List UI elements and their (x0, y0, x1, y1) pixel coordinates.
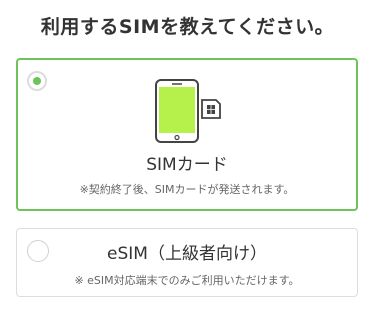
sim-card-note: ※契約終了後、SIMカードが発送されます。 (79, 183, 295, 196)
esim-option[interactable]: eSIM（上級者向け） ※ eSIM対応端末でのみご利用いただけます。 (16, 228, 358, 297)
sim-card-option[interactable]: SIMカード ※契約終了後、SIMカードが発送されます。 (16, 58, 358, 211)
esim-note: ※ eSIM対応端末でのみご利用いただけます。 (74, 274, 300, 287)
phone-sim-icon (155, 79, 221, 143)
page-title: 利用するSIMを教えてください。 (40, 16, 335, 38)
sim-card-radio[interactable] (27, 71, 47, 91)
sim-card-label: SIMカード (146, 155, 228, 175)
esim-label: eSIM（上級者向け） (107, 244, 267, 264)
